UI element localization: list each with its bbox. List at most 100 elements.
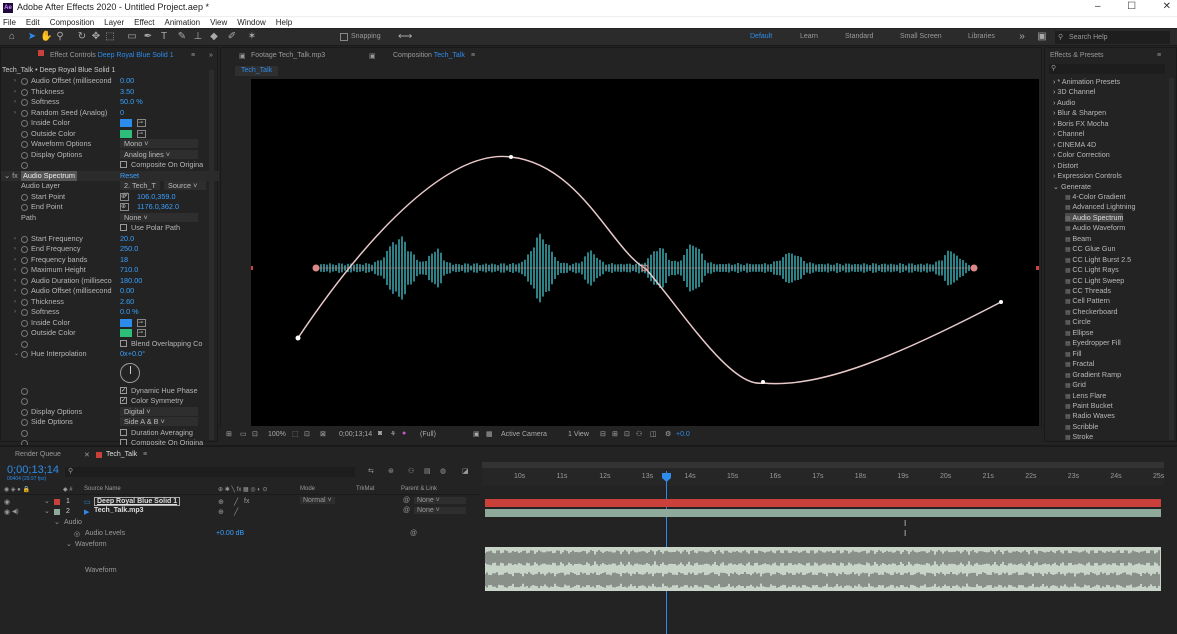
eraser-tool-icon[interactable]: ◆ <box>208 31 220 43</box>
twirl-icon[interactable]: › <box>14 108 16 118</box>
effect-item[interactable]: CC Light Burst 2.5 <box>1065 255 1131 264</box>
property-value[interactable]: 2.60 <box>120 297 134 307</box>
switch-icon[interactable]: ⊕ <box>218 508 224 516</box>
stopwatch-icon[interactable] <box>21 162 28 169</box>
outside-color-swatch[interactable] <box>120 129 132 138</box>
effect-category[interactable]: ⌄ Generate <box>1053 182 1091 191</box>
menu-layer[interactable]: Layer <box>104 17 124 28</box>
color-symmetry-checkbox[interactable]: ✓ <box>120 397 127 404</box>
twirl-icon[interactable]: ⌄ <box>44 507 50 515</box>
effects-search-input[interactable]: ⚲ <box>1049 64 1165 74</box>
stopwatch-icon[interactable] <box>21 88 28 96</box>
stopwatch-icon[interactable] <box>21 99 28 106</box>
effect-item[interactable]: Scribble <box>1065 422 1098 431</box>
workspace-learn[interactable]: Learn <box>800 33 818 40</box>
layer-2-bar[interactable] <box>485 509 1161 517</box>
menu-window[interactable]: Window <box>237 17 265 28</box>
camera-icon[interactable]: ◙ <box>378 430 382 437</box>
stopwatch-icon[interactable] <box>21 319 28 327</box>
waveform-options-dropdown[interactable]: Mono ˅ <box>120 139 198 148</box>
comp-mini-flowchart-icon[interactable]: ⇆ <box>368 467 374 475</box>
waveform-group-row[interactable]: ⌄ Waveform <box>0 540 480 550</box>
render-queue-tab[interactable]: Render Queue <box>15 451 61 458</box>
fx-toggle-icon[interactable]: ⌄ fx <box>4 171 18 181</box>
stopwatch-icon[interactable] <box>21 141 28 148</box>
effect-item[interactable]: CC Threads <box>1065 286 1111 295</box>
menu-help[interactable]: Help <box>276 17 292 28</box>
hue-value[interactable]: 0x+0.0° <box>120 349 145 359</box>
timeline-timecode[interactable]: 0;00;13;14 <box>7 464 59 476</box>
workspace-standard[interactable]: Standard <box>845 33 873 40</box>
polar-path-checkbox[interactable] <box>120 224 127 231</box>
camera-dropdown[interactable]: Active Camera <box>501 431 547 438</box>
twirl-icon[interactable]: › <box>14 234 16 244</box>
timeline-comp-tab[interactable]: Tech_Talk <box>106 451 137 458</box>
reset-button[interactable]: Reset <box>120 171 139 181</box>
composition-tab[interactable]: Composition Tech_Talk <box>393 52 465 59</box>
effect-category[interactable]: › Audio <box>1053 98 1075 107</box>
parent-dropdown[interactable]: None ˅ <box>414 507 466 514</box>
switch-icon[interactable]: ╱ <box>234 498 238 506</box>
channel-icon[interactable]: ⚘ <box>390 430 396 438</box>
draft-icon[interactable]: ⊡ <box>624 430 630 438</box>
color-icon[interactable]: ● <box>402 430 406 437</box>
stopwatch-icon[interactable] <box>21 130 28 138</box>
effect-category[interactable]: › 3D Channel <box>1053 87 1095 96</box>
panel-menu-icon[interactable]: ≡ <box>143 451 147 458</box>
audio-group-row[interactable]: ⌄ Audio <box>0 518 480 528</box>
frame-blend-icon[interactable]: ▤ <box>424 467 431 475</box>
maximize-icon[interactable]: ☐ <box>1127 1 1136 15</box>
twirl-icon[interactable]: › <box>14 76 16 86</box>
layer-label-color[interactable] <box>54 509 60 515</box>
effect-category[interactable]: › * Animation Presets <box>1053 77 1120 86</box>
stopwatch-icon[interactable] <box>21 408 28 416</box>
stopwatch-icon[interactable] <box>21 387 28 395</box>
pickwhip-icon[interactable]: @ <box>403 497 410 504</box>
stopwatch-icon[interactable] <box>21 398 28 405</box>
snapshot-icon[interactable]: ◫ <box>650 430 657 438</box>
layer-1-bar[interactable] <box>485 499 1161 507</box>
stopwatch-icon[interactable] <box>21 277 28 285</box>
effect-category[interactable]: › Color Correction <box>1053 150 1110 159</box>
waveform-row[interactable]: Waveform <box>0 566 480 576</box>
trkmat-header[interactable]: TrkMat <box>356 486 374 492</box>
stopwatch-icon[interactable] <box>21 330 28 337</box>
crosshair-icon[interactable]: ⊕ <box>120 203 129 211</box>
hand-tool-icon[interactable]: ✋ <box>40 31 52 43</box>
menu-animation[interactable]: Animation <box>164 17 200 28</box>
property-value[interactable]: 0.00 <box>120 286 134 296</box>
property-value[interactable]: 0 <box>120 108 124 118</box>
stopwatch-icon[interactable] <box>21 246 28 253</box>
stopwatch-icon[interactable] <box>21 340 28 348</box>
layer-name[interactable]: Deep Royal Blue Solid 1 <box>94 497 181 506</box>
eye-icon[interactable]: ◉ <box>4 498 10 506</box>
property-value[interactable]: 0.00 <box>120 76 134 86</box>
effect-item[interactable]: Gradient Ramp <box>1065 370 1121 379</box>
effect-item[interactable]: Ellipse <box>1065 328 1093 337</box>
effect-item[interactable]: Lens Flare <box>1065 391 1106 400</box>
stopwatch-icon[interactable] <box>21 78 28 85</box>
shy-icon[interactable]: ⚇ <box>408 467 414 475</box>
switch-icon[interactable]: ╱ <box>234 508 238 516</box>
motion-blur-icon[interactable]: ◍ <box>440 467 446 475</box>
effects-presets-tab[interactable]: Effects & Presets <box>1050 52 1104 59</box>
effect-controls-tab[interactable]: Effect Controls Deep Royal Blue Solid 1 <box>50 52 174 59</box>
display-options-dropdown[interactable]: Analog lines ˅ <box>120 149 198 159</box>
panel-menu-icon[interactable]: ≡ <box>191 52 195 59</box>
effect-item[interactable]: Audio Waveform <box>1065 223 1125 232</box>
property-value[interactable]: 250.0 <box>120 244 138 254</box>
hue-angle-dial[interactable] <box>120 362 140 383</box>
layer-label-color[interactable] <box>54 499 60 505</box>
end-point-value[interactable]: 1176.0,362.0 <box>137 202 179 212</box>
eyedropper-icon[interactable]: ⊸ <box>137 119 146 127</box>
vr-icon[interactable]: ⊡ <box>252 430 258 438</box>
parent-header[interactable]: Parent & Link <box>401 486 437 492</box>
stopwatch-icon[interactable] <box>21 298 28 306</box>
twirl-icon[interactable]: › <box>14 97 16 107</box>
effect-item[interactable]: Audio Spectrum <box>1065 212 1124 222</box>
duration-averaging-checkbox[interactable] <box>120 428 127 436</box>
audio-source-dropdown[interactable]: Source ˅ <box>164 181 206 190</box>
inside-color-swatch[interactable] <box>120 119 132 127</box>
chevron-right-icon[interactable]: » <box>1016 31 1028 43</box>
effect-item[interactable]: Beam <box>1065 234 1091 243</box>
